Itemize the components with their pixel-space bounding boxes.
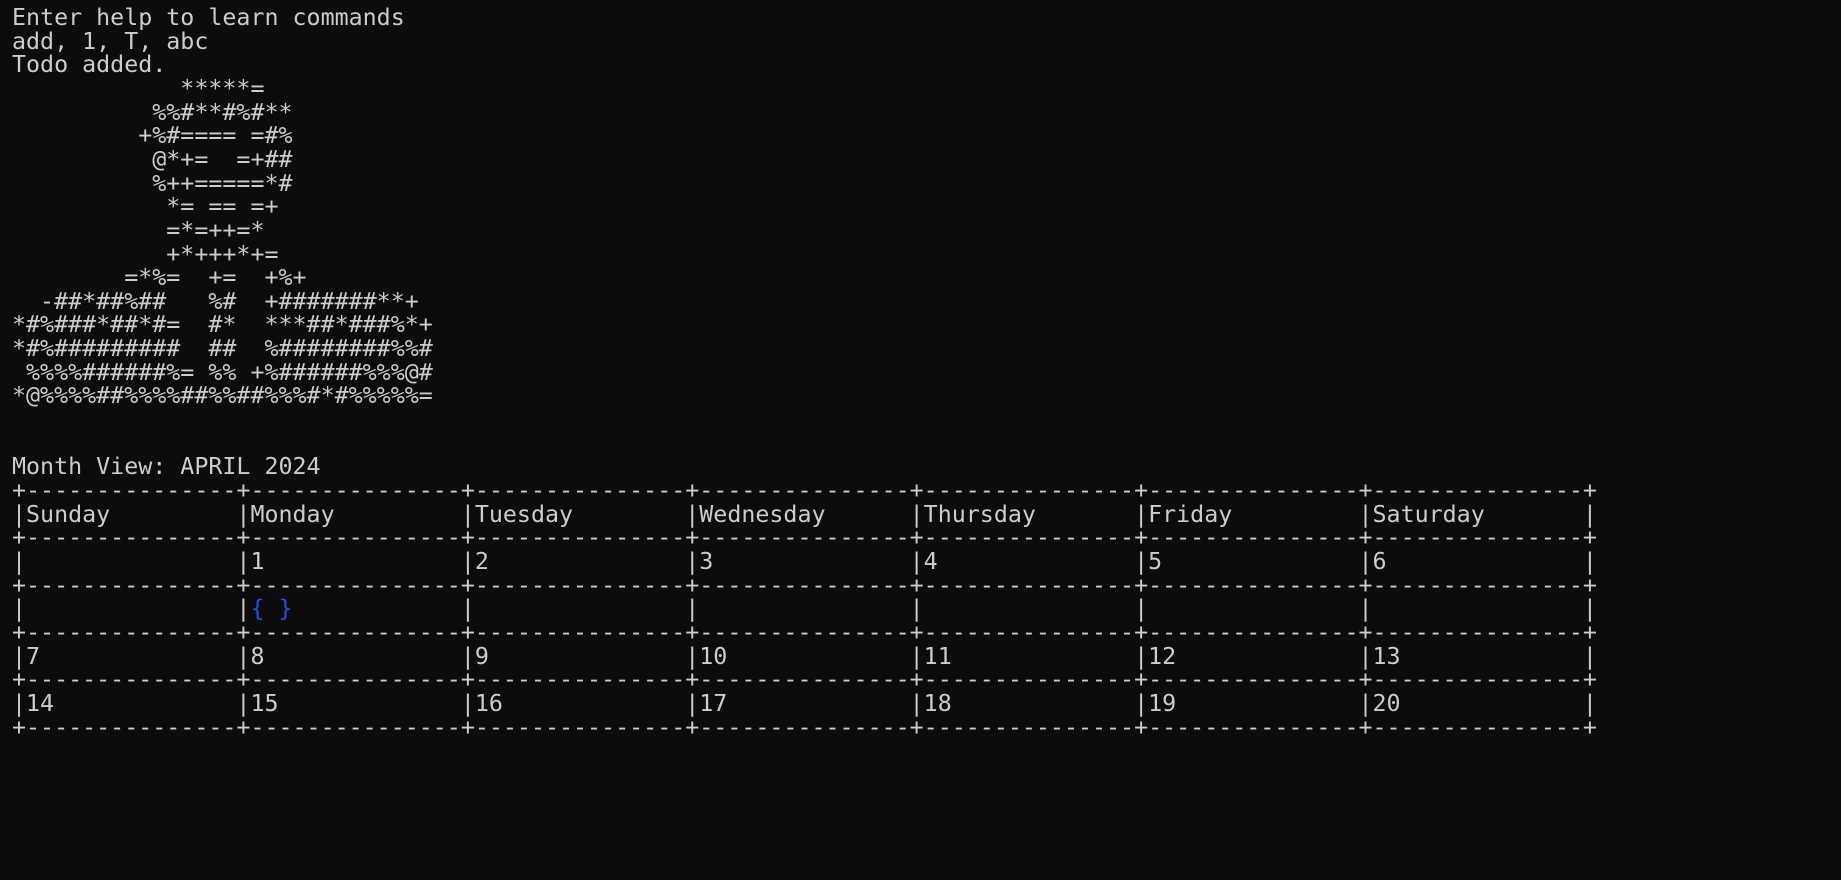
ascii-art-line: *@%%%%##%%%%##%%##%%%#*#%%%%%=	[12, 382, 433, 410]
calendar-border-line: +---------------+---------------+-------…	[12, 713, 1597, 741]
terminal-output[interactable]: Enter help to learn commands add, 1, T, a…	[12, 4, 1832, 876]
